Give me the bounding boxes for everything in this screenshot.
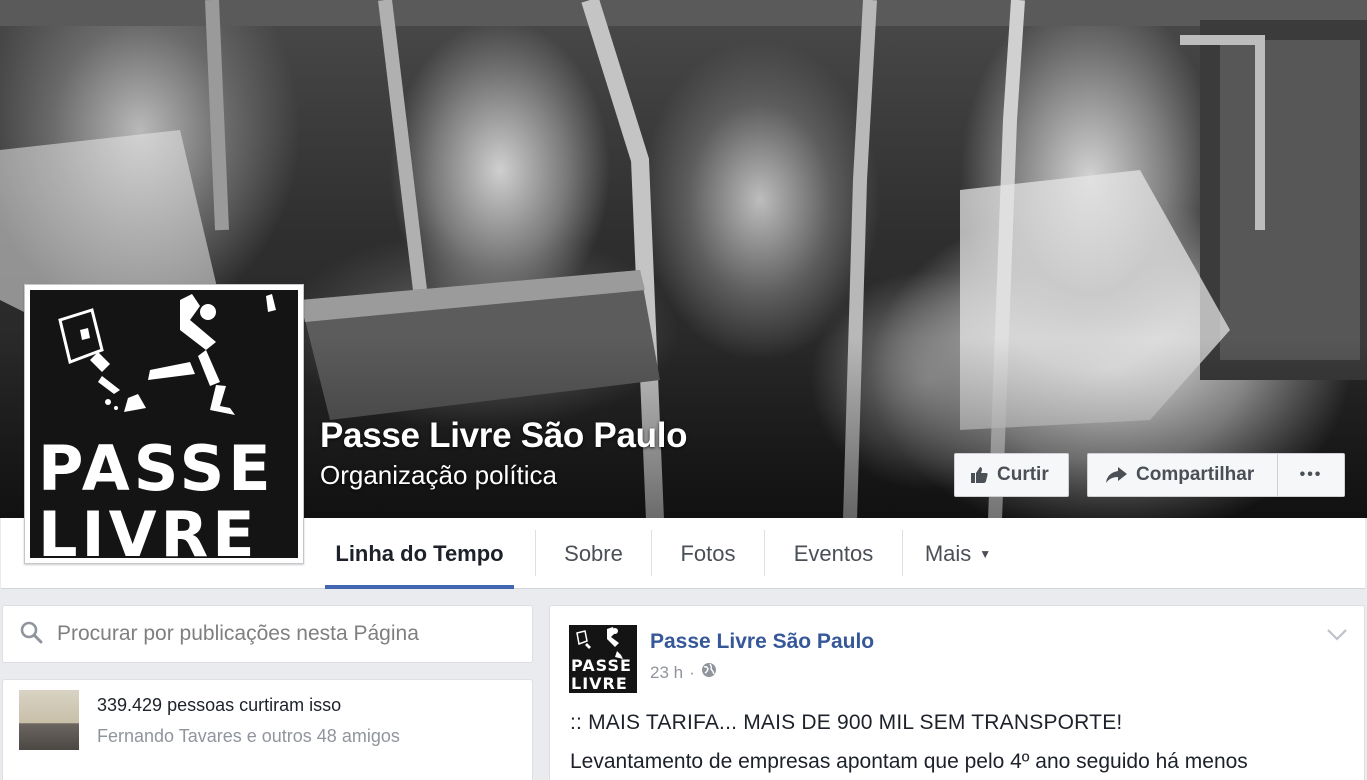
profile-picture[interactable]: PASSE LIVRE [24, 284, 304, 564]
logo-text-livre: LIVRE [38, 498, 259, 559]
post-meta: 23 h · [650, 662, 717, 683]
search-input[interactable] [57, 622, 517, 646]
tab-label: Mais [924, 540, 972, 566]
page-post-search[interactable] [2, 605, 533, 663]
post-text-line: Levantamento de empresas apontam que pel… [570, 750, 1248, 773]
friends-who-like[interactable]: Fernando Tavares e outros 48 amigos [97, 726, 400, 747]
more-options-button[interactable]: ••• [1277, 453, 1345, 497]
globe-icon[interactable] [701, 662, 717, 683]
friend-photo-thumbnail[interactable] [19, 690, 79, 750]
chevron-down-icon[interactable] [1326, 628, 1348, 647]
thumbs-up-icon [969, 465, 989, 485]
share-arrow-icon [1104, 465, 1128, 485]
tab-label: Eventos [793, 540, 874, 566]
tab-label: Linha do Tempo [335, 540, 504, 566]
tab-more[interactable]: Mais ▼ [903, 518, 1013, 589]
logo-text-passe: PASSE [38, 432, 275, 505]
post-card: PASSE LIVRE Passe Livre São Paulo 23 h ·… [549, 605, 1365, 780]
ellipsis-icon: ••• [1299, 466, 1323, 483]
page-title[interactable]: Passe Livre São Paulo [320, 416, 688, 456]
post-author-avatar[interactable]: PASSE LIVRE [569, 625, 637, 693]
post-author-name[interactable]: Passe Livre São Paulo [650, 630, 874, 654]
tab-timeline[interactable]: Linha do Tempo [325, 518, 514, 589]
tab-events[interactable]: Eventos [765, 518, 902, 589]
passe-livre-logo: PASSE LIVRE [30, 290, 298, 558]
logo-text-livre: LIVRE [571, 674, 628, 693]
tab-label: Fotos [680, 540, 736, 566]
page-likes-card: 339.429 pessoas curtiram isso Fernando T… [2, 679, 533, 780]
likes-count[interactable]: 339.429 pessoas curtiram isso [97, 695, 341, 716]
search-icon [19, 620, 43, 649]
tab-label: Sobre [564, 540, 623, 566]
caret-down-icon: ▼ [979, 546, 992, 561]
turnstile-jumper-illustration [58, 294, 276, 415]
tab-about[interactable]: Sobre [536, 518, 651, 589]
share-button[interactable]: Compartilhar [1087, 453, 1277, 497]
tab-photos[interactable]: Fotos [652, 518, 764, 589]
logo-text-passe: PASSE [571, 656, 632, 675]
post-text-line: :: MAIS TARIFA... MAIS DE 900 MIL SEM TR… [570, 711, 1123, 734]
page-category[interactable]: Organização política [320, 460, 557, 491]
meta-separator: · [689, 662, 695, 682]
like-button-label: Curtir [997, 464, 1049, 485]
post-timestamp[interactable]: 23 h [650, 663, 683, 683]
like-button[interactable]: Curtir [954, 453, 1069, 497]
share-button-label: Compartilhar [1136, 464, 1255, 485]
